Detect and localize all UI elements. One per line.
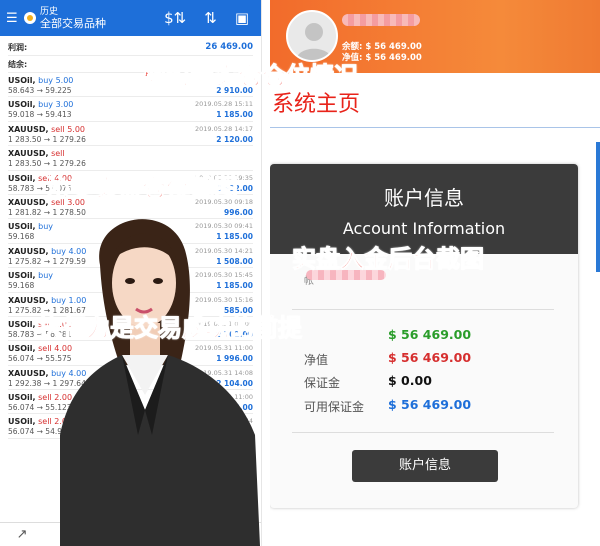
trade-symbol: XAUUSD, bbox=[8, 368, 49, 378]
trade-prices: 59.168 bbox=[8, 281, 35, 291]
trade-prices: 59.168 bbox=[8, 232, 35, 242]
trade-datetime: 2019.05.28 14:17 bbox=[194, 124, 253, 133]
free-margin-row-label: 可用保证金 bbox=[304, 400, 365, 414]
free-margin-row-value: $ 56 469.00 bbox=[388, 397, 472, 412]
trade-profit: 1 185.00 bbox=[216, 110, 253, 120]
woman-figure bbox=[60, 219, 260, 546]
trade-title: XAUUSD, sell bbox=[8, 149, 65, 158]
trade-title: USOil, buy bbox=[8, 222, 53, 231]
trade-lots: 5.00 bbox=[55, 76, 74, 85]
trade-side: sell bbox=[38, 417, 52, 427]
card-divider-top bbox=[292, 309, 554, 310]
user-silhouette-icon bbox=[296, 23, 332, 60]
caption-position-screenshot: 沁雯实盘仓位截图 bbox=[46, 174, 239, 202]
trade-symbol: XAUUSD, bbox=[8, 197, 49, 207]
trade-row[interactable]: XAUUSD, sell 1 283.50 → 1 279.26 bbox=[8, 146, 253, 171]
trade-symbol: XAUUSD, bbox=[8, 149, 49, 159]
sort-arrows-icon[interactable]: ⇅ bbox=[204, 9, 217, 27]
trade-title: XAUUSD, sell 5.00 bbox=[8, 125, 85, 134]
menu-icon[interactable]: ☰ bbox=[6, 11, 18, 26]
calendar-icon[interactable]: ▣ bbox=[235, 9, 249, 27]
chart-icon[interactable]: ↗ bbox=[17, 527, 28, 542]
trade-side: sell bbox=[38, 344, 52, 354]
trade-symbol: USOil, bbox=[8, 417, 36, 427]
currency-sort-icon[interactable]: $⇅ bbox=[164, 9, 186, 27]
history-title[interactable]: 全部交易品种 bbox=[40, 18, 106, 30]
account-info-card: 账户信息 Account Information 帐 $ 56 469.00 净… bbox=[270, 164, 578, 508]
trade-prices: 58.643 → 59.225 bbox=[8, 86, 72, 95]
trade-title: USOil, buy 5.00 bbox=[8, 76, 73, 85]
trade-side: sell bbox=[51, 149, 65, 159]
profit-label: 利润: bbox=[8, 42, 28, 52]
side-edge bbox=[596, 142, 600, 272]
trade-symbol: USOil, bbox=[8, 319, 36, 329]
caption-deposit-screenshot: 实盘入金后台截图 bbox=[292, 245, 485, 273]
trade-symbol: USOil, bbox=[8, 222, 36, 232]
trade-datetime: 2019.05.28 15:11 bbox=[194, 100, 253, 109]
equity-row-value: $ 56 469.00 bbox=[388, 350, 472, 365]
trade-symbol: XAUUSD, bbox=[8, 246, 49, 256]
homepage-divider bbox=[270, 127, 600, 128]
profit-value: 26 469.00 bbox=[205, 42, 253, 52]
trade-prices: 59.018 → 59.413 bbox=[8, 110, 72, 120]
trade-symbol: USOil, bbox=[8, 76, 36, 85]
trade-side: buy bbox=[38, 222, 54, 232]
balance-row-value: $ 56 469.00 bbox=[388, 327, 472, 342]
profit-row: 利润: 26 469.00 bbox=[8, 39, 253, 56]
margin-row-value: $ 0.00 bbox=[388, 373, 432, 388]
caption-system-homepage: 系统主页 bbox=[272, 92, 361, 117]
account-info-button[interactable]: 账户信息 bbox=[352, 450, 498, 482]
trade-symbol: USOil, bbox=[8, 393, 36, 403]
balance-label: 结余: bbox=[8, 59, 28, 69]
trade-side: sell bbox=[51, 124, 65, 134]
account-card-header: 账户信息 Account Information bbox=[270, 164, 578, 254]
trade-symbol: USOil, bbox=[8, 344, 36, 354]
history-titles: 历史 全部交易品种 bbox=[40, 6, 106, 30]
trade-side: sell bbox=[38, 393, 52, 403]
trade-title: USOil, buy bbox=[8, 271, 53, 280]
avatar[interactable] bbox=[286, 10, 338, 62]
trade-lots: 3.00 bbox=[55, 100, 74, 110]
trade-row[interactable]: XAUUSD, sell 5.00 1 283.50 → 1 279.26 2019… bbox=[8, 122, 253, 147]
caption-position-overview: 柳沁雯实仓仓位情况 bbox=[142, 62, 359, 90]
caption-execution: 执行力是交易成功的前提 bbox=[38, 314, 303, 342]
equity-row-label: 净值 bbox=[304, 353, 329, 367]
trade-side: buy bbox=[38, 100, 54, 110]
trade-symbol: USOil, bbox=[8, 271, 36, 281]
trade-lots: 5.00 bbox=[67, 124, 85, 134]
trade-title: USOil, buy 3.00 bbox=[8, 100, 73, 109]
card-divider-bottom bbox=[292, 432, 554, 433]
trade-profit: 2 120.00 bbox=[216, 134, 253, 144]
trade-side: buy bbox=[38, 76, 54, 85]
trade-side: buy bbox=[38, 271, 54, 281]
account-title-cn: 账户信息 bbox=[384, 186, 464, 210]
trade-row[interactable]: USOil, buy 3.00 59.018 → 59.413 2019.05.28… bbox=[8, 97, 253, 122]
account-title-en: Account Information bbox=[342, 219, 506, 238]
trade-symbol: USOil, bbox=[8, 173, 36, 183]
margin-row-label: 保证金 bbox=[304, 376, 341, 390]
trade-symbol: XAUUSD, bbox=[8, 295, 49, 305]
app-logo-icon bbox=[24, 12, 36, 24]
username-redacted bbox=[342, 14, 420, 26]
trade-prices: 1 283.50 → 1 279.26 bbox=[8, 159, 86, 169]
trade-symbol: USOil, bbox=[8, 100, 36, 110]
history-toolbar: $⇅ ⇅ ▣ bbox=[164, 9, 255, 27]
trade-symbol: XAUUSD, bbox=[8, 124, 49, 134]
trade-prices: 1 283.50 → 1 279.26 bbox=[8, 134, 86, 144]
history-app-bar: ☰ 历史 全部交易品种 $⇅ ⇅ ▣ bbox=[0, 0, 261, 36]
